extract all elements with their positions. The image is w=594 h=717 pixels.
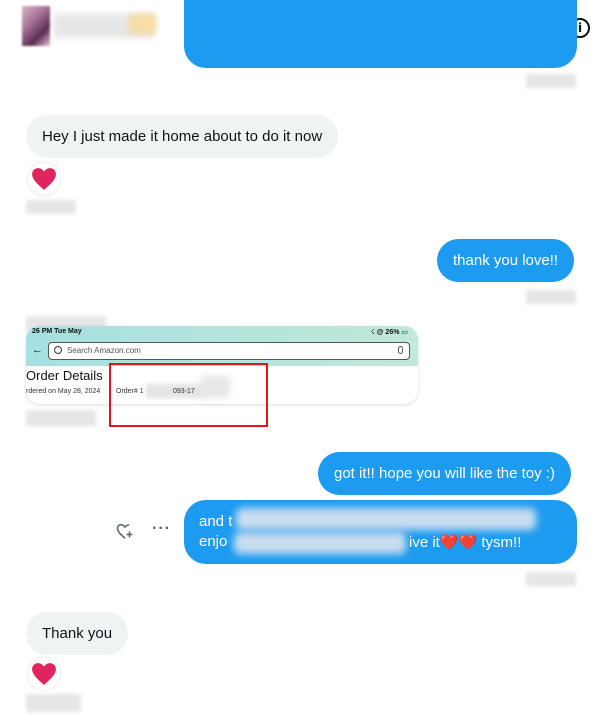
more-options-icon[interactable]: ···	[152, 520, 171, 538]
back-arrow-icon: ←	[32, 344, 43, 356]
screenshot-status-battery: ☇ @ 26% ▭	[370, 329, 408, 336]
outgoing-message-partial	[184, 0, 577, 68]
timestamp-blurred	[26, 200, 76, 214]
contact-name-blurred-emoji	[128, 14, 156, 34]
message-text-line1: and t	[199, 513, 233, 530]
screenshot-order-date: rdered on May 28, 2024	[26, 388, 101, 395]
search-placeholder: Search Amazon.com	[67, 346, 141, 355]
timestamp-blurred	[26, 410, 96, 426]
timestamp-blurred	[26, 694, 81, 712]
screenshot-browser-bar: 26 PM Tue May ☇ @ 26% ▭ ← Search Amazon.…	[26, 326, 418, 366]
highlight-box	[109, 363, 268, 427]
screenshot-status-time: 26 PM Tue May	[32, 328, 82, 335]
incoming-message[interactable]: Hey I just made it home about to do it n…	[26, 115, 339, 158]
outgoing-message-blurred[interactable]: and t enjo ive it❤️❤️ tysm!!	[184, 500, 577, 564]
timestamp-blurred	[526, 74, 576, 88]
message-text-line2: enjo	[199, 533, 228, 550]
microphone-icon	[398, 346, 403, 354]
timestamp-blurred	[526, 572, 576, 586]
blurred-overlay	[234, 532, 406, 554]
heart-reaction-icon[interactable]	[28, 658, 60, 690]
search-icon	[54, 346, 62, 354]
avatar[interactable]	[22, 6, 50, 46]
message-text-end: ive it❤️❤️ tysm!!	[409, 534, 522, 551]
screenshot-title: Order Details	[26, 368, 103, 383]
add-reaction-icon[interactable]	[116, 523, 134, 545]
screenshot-search-field: Search Amazon.com	[48, 342, 410, 360]
outgoing-message[interactable]: thank you love!!	[437, 239, 575, 282]
blurred-overlay	[236, 508, 536, 530]
incoming-message[interactable]: Thank you	[26, 612, 129, 655]
outgoing-message[interactable]: got it!! hope you will like the toy :)	[318, 452, 571, 495]
heart-reaction-icon[interactable]	[28, 163, 60, 195]
timestamp-blurred	[526, 290, 576, 304]
